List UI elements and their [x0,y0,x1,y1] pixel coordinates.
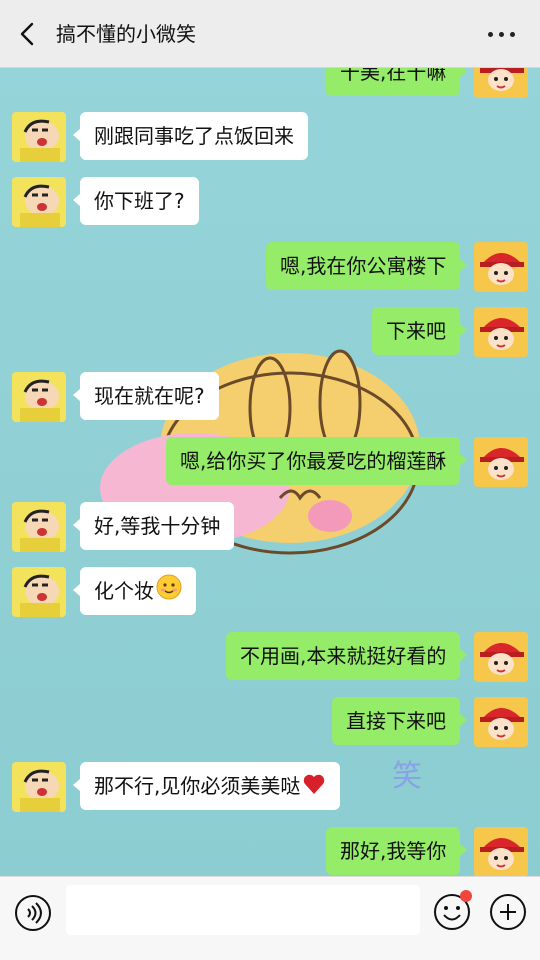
add-icon[interactable] [488,892,528,932]
message-text: 化个妆 [94,579,154,603]
contact-avatar[interactable] [12,112,66,162]
my-avatar[interactable] [474,68,528,98]
chat-header: 搞不懂的小微笑 [0,0,540,68]
outgoing-message-bubble[interactable]: 不用画,本来就挺好看的 [226,632,468,680]
back-arrow-icon[interactable] [14,20,42,48]
outgoing-message-bubble[interactable]: 嗯,我在你公寓楼下 [266,242,468,290]
outgoing-message-bubble[interactable]: 那好,我等你 [326,827,468,875]
message-text: 好,等我十分钟 [94,514,221,538]
input-bar [0,876,540,960]
incoming-message-bubble[interactable]: 你下班了? [73,177,199,225]
contact-avatar[interactable] [12,502,66,552]
contact-avatar[interactable] [12,372,66,422]
contact-avatar[interactable] [12,177,66,227]
message-text: 那不行,见你必须美美哒 [94,774,301,798]
contact-avatar[interactable] [12,567,66,617]
outgoing-message-bubble[interactable]: 直接下来吧 [332,697,467,745]
incoming-message-bubble[interactable]: 那不行,见你必须美美哒 [72,762,341,812]
my-avatar[interactable] [474,242,528,292]
incoming-message-bubble[interactable]: 刚跟同事吃了点饭回来 [73,112,308,160]
incoming-message-bubble[interactable]: 好,等我十分钟 [72,502,235,550]
voice-input-icon[interactable] [14,894,52,932]
incoming-message-bubble[interactable]: 现在就在呢? [73,372,219,420]
message-text: 那好,我等你 [340,839,447,863]
background-watermark-text: 笑 [392,759,422,794]
outgoing-message-bubble[interactable]: 嗯,给你买了你最爱吃的榴莲酥 [166,437,468,485]
my-avatar[interactable] [474,827,528,876]
outgoing-message-bubble[interactable]: 下来吧 [372,307,467,355]
message-text: 直接下来吧 [346,709,446,733]
my-avatar[interactable] [474,697,528,747]
more-options-icon[interactable] [488,22,518,46]
message-text: 刚跟同事吃了点饭回来 [94,124,294,148]
message-input[interactable] [66,885,420,935]
message-text: 不用画,本来就挺好看的 [240,644,447,668]
my-avatar[interactable] [474,632,528,682]
chat-title: 搞不懂的小微笑 [56,22,196,46]
message-list[interactable]: 笑 干美,在干嘛刚跟同事吃了点饭回来 你下班了? 嗯,我在你公寓楼下下来吧现在就在呢… [0,68,540,876]
message-text: 下来吧 [386,319,446,343]
message-text: 你下班了? [94,189,185,213]
message-text: 嗯,我在你公寓楼下 [280,254,447,278]
my-avatar[interactable] [474,307,528,357]
outgoing-message-bubble[interactable]: 干美,在干嘛 [326,68,468,96]
notification-dot [460,890,472,902]
my-avatar[interactable] [474,437,528,487]
contact-avatar[interactable] [12,762,66,812]
smiling-face-icon [156,569,182,617]
message-text: 现在就在呢? [94,384,205,408]
incoming-message-bubble[interactable]: 化个妆 [73,567,196,617]
message-text: 干美,在干嘛 [340,68,447,84]
message-text: 嗯,给你买了你最爱吃的榴莲酥 [180,449,447,473]
red-heart-icon [302,764,326,812]
